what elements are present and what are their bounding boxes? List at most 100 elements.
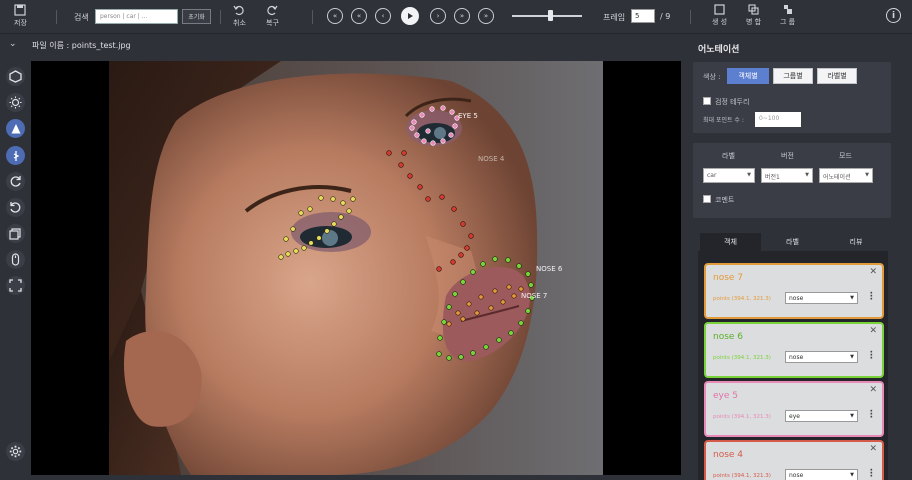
last-frame-button[interactable]: » (478, 8, 494, 24)
search-label: 검색 (74, 13, 89, 22)
create-button[interactable]: 생 성 (712, 4, 727, 27)
search-input[interactable]: person | car | ... (95, 9, 178, 24)
redo-icon (267, 5, 278, 16)
file-name: 파일 이름 : points_test.jpg (32, 41, 131, 50)
mouse-icon[interactable] (6, 250, 25, 269)
frame-slider[interactable] (512, 15, 582, 17)
rotate-ccw-icon[interactable] (6, 198, 25, 217)
play-button[interactable] (401, 7, 419, 25)
color-label: 색상 : (703, 73, 721, 81)
object-card[interactable]: nose 4 ✕ points (394.1, 321.3) nose ▼ · · · (704, 440, 884, 480)
fit-screen-icon[interactable] (6, 276, 25, 295)
tab-review[interactable]: 리뷰 (824, 233, 888, 251)
label-options: 라벨 버전 모드 car ▼ 버전1 ▼ 어노테이션 ▼ 코멘트 (693, 143, 891, 218)
tab-labels[interactable]: 라벨 (761, 233, 824, 251)
more-options-icon[interactable]: · · · (870, 467, 873, 480)
object-label-value: nose (789, 295, 804, 302)
version-select[interactable]: 버전1 ▼ (761, 168, 813, 183)
create-icon (714, 4, 725, 15)
object-points: points (394.1, 321.3) (713, 473, 771, 479)
undo-icon (233, 5, 245, 16)
left-toolbar (0, 56, 30, 480)
file-bar: ⌄ 파일 이름 : points_test.jpg (0, 34, 680, 56)
merge-icon (748, 4, 759, 15)
saturation-icon[interactable] (6, 146, 25, 165)
object-label-value: nose (789, 354, 804, 361)
next-frame-button[interactable]: › (430, 8, 446, 24)
object-card[interactable]: nose 7 ✕ points (394.1, 321.3) nose ▼ · · · (704, 263, 884, 319)
more-options-icon[interactable]: · · · (870, 408, 873, 423)
save-button[interactable]: 저장 (14, 4, 27, 28)
prev-frame-button[interactable]: ‹ (375, 8, 391, 24)
object-card[interactable]: nose 6 ✕ points (394.1, 321.3) nose ▼ · · · (704, 322, 884, 378)
toolbar: 저장 검색 person | car | ... 초기화 취소 복구 « « ‹… (0, 0, 912, 34)
chevron-down-icon: ▼ (850, 472, 854, 478)
redo-button[interactable]: 복구 (266, 4, 279, 28)
color-by-object-button[interactable]: 객체별 (727, 68, 769, 84)
color-by-group-button[interactable]: 그룹별 (773, 68, 813, 84)
canvas-label-nose-6: NOSE 6 (536, 265, 563, 273)
divider (690, 10, 691, 24)
merge-label: 병 합 (746, 18, 762, 26)
layers-icon[interactable] (6, 224, 25, 243)
object-list: nose 7 ✕ points (394.1, 321.3) nose ▼ · · ·… (698, 251, 888, 480)
chevron-down-icon: ▼ (850, 354, 854, 360)
max-points-input[interactable]: 0~100 (755, 112, 801, 127)
object-points: points (394.1, 321.3) (713, 414, 771, 420)
object-label-select[interactable]: eye ▼ (785, 410, 858, 422)
object-label-value: nose (789, 472, 804, 479)
divider (220, 10, 221, 24)
panel-title: 어노테이션 (698, 45, 740, 55)
undo-button[interactable]: 취소 (233, 4, 246, 28)
close-icon[interactable]: ✕ (869, 444, 877, 454)
comment-checkbox[interactable] (703, 195, 711, 203)
object-name: nose 7 (713, 273, 744, 283)
close-icon[interactable]: ✕ (869, 385, 877, 395)
object-name: eye 5 (713, 391, 738, 401)
label-select[interactable]: car ▼ (703, 168, 755, 183)
group-button[interactable]: 그 룹 (780, 4, 795, 27)
canvas-label-nose-7: NOSE 7 (521, 292, 547, 300)
close-icon[interactable]: ✕ (869, 326, 877, 336)
chevron-down-icon[interactable]: ⌄ (9, 39, 17, 49)
frame-input[interactable]: 5 (631, 9, 655, 23)
undo-label: 취소 (233, 19, 246, 27)
panel-tabs: 객체 라벨 리뷰 (698, 233, 888, 251)
annotation-layer[interactable]: EYE 5 NOSE 4 NOSE 6 NOSE 7 (31, 61, 681, 475)
object-label-select[interactable]: nose ▼ (785, 351, 858, 363)
rotate-cw-icon[interactable] (6, 172, 25, 191)
prev-10-frames-button[interactable]: « (351, 8, 367, 24)
frame-label: 프레임 (603, 13, 626, 22)
tab-objects[interactable]: 객체 (700, 233, 761, 251)
mode-select[interactable]: 어노테이션 ▼ (819, 168, 873, 183)
object-card[interactable]: eye 5 ✕ points (394.1, 321.3) eye ▼ · · · (704, 381, 884, 437)
chevron-down-icon: ▼ (850, 295, 854, 301)
frame-slider-handle[interactable] (548, 10, 553, 21)
object-label-select[interactable]: nose ▼ (785, 469, 858, 480)
version-header: 버전 (781, 152, 794, 160)
save-label: 저장 (14, 19, 27, 27)
chevron-down-icon: ▼ (805, 172, 809, 178)
brightness-icon[interactable] (6, 93, 25, 112)
reset-button[interactable]: 초기화 (182, 9, 211, 24)
more-options-icon[interactable]: · · · (870, 349, 873, 364)
frame-total: / 9 (660, 12, 671, 21)
object-name: nose 6 (713, 332, 744, 342)
image-canvas[interactable]: EYE 5 NOSE 4 NOSE 6 NOSE 7 (31, 61, 681, 475)
contrast-icon[interactable] (6, 119, 25, 138)
more-options-icon[interactable]: · · · (870, 290, 873, 305)
comment-label: 코멘트 (715, 196, 735, 204)
color-by-label-button[interactable]: 라벨별 (817, 68, 857, 84)
first-frame-button[interactable]: « (327, 8, 343, 24)
settings-icon[interactable] (6, 442, 25, 461)
next-10-frames-button[interactable]: » (454, 8, 470, 24)
black-border-checkbox[interactable] (703, 97, 711, 105)
canvas-label-nose-4: NOSE 4 (478, 155, 505, 163)
polygon-tool-icon[interactable] (6, 67, 25, 86)
info-icon[interactable]: i (886, 8, 901, 23)
object-label-select[interactable]: nose ▼ (785, 292, 858, 304)
merge-button[interactable]: 병 합 (746, 4, 761, 27)
mode-select-value: 어노테이션 (823, 174, 851, 181)
right-iris (434, 127, 446, 139)
close-icon[interactable]: ✕ (869, 267, 877, 277)
